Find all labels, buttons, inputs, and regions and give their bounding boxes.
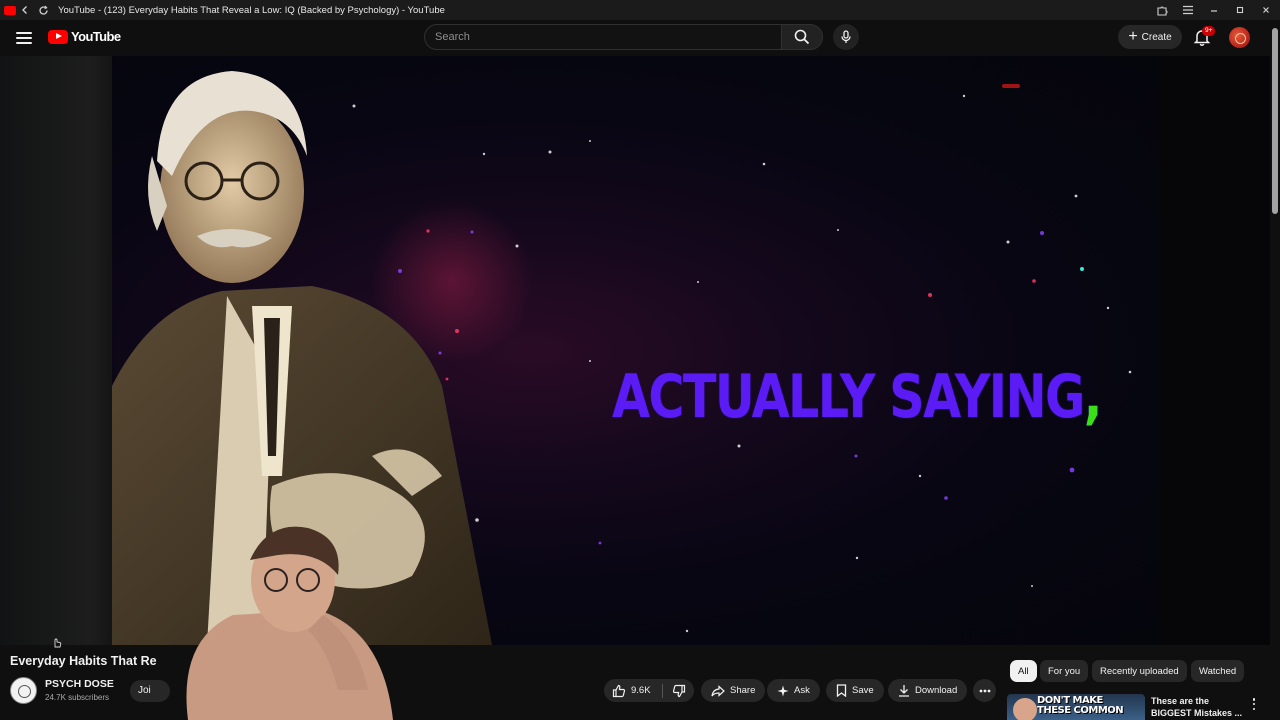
chip-all[interactable]: All bbox=[1010, 660, 1037, 682]
recommendation-title[interactable]: These are the BIGGEST Mistakes ... bbox=[1151, 695, 1247, 719]
bookmark-icon bbox=[836, 684, 847, 697]
channel-name[interactable]: PSYCH DOSE bbox=[45, 678, 114, 690]
logo-text: YouTube bbox=[71, 29, 121, 44]
window-titlebar: YouTube - (123) Everyday Habits That Rev… bbox=[0, 0, 1280, 20]
thumbs-down-icon[interactable] bbox=[672, 684, 686, 698]
sparkle-icon bbox=[777, 685, 789, 696]
maximize-icon[interactable] bbox=[1230, 1, 1250, 19]
thumbs-up-icon[interactable] bbox=[612, 684, 626, 698]
minimize-icon[interactable] bbox=[1204, 1, 1224, 19]
like-dislike-group: 9.6K bbox=[604, 679, 694, 702]
player-letterbox-left bbox=[0, 56, 112, 645]
extensions-icon[interactable] bbox=[1152, 1, 1172, 19]
masthead: YouTube + Create 9+ bbox=[0, 20, 1280, 56]
chip-for-you[interactable]: For you bbox=[1040, 660, 1089, 682]
share-button[interactable]: Share bbox=[701, 679, 766, 702]
account-avatar[interactable] bbox=[1229, 27, 1250, 48]
guide-menu-icon[interactable] bbox=[14, 29, 34, 47]
like-count[interactable]: 9.6K bbox=[631, 685, 651, 696]
download-icon bbox=[899, 685, 909, 697]
channel-avatar[interactable] bbox=[10, 677, 37, 704]
search-icon bbox=[794, 29, 810, 45]
recommendation-more-icon[interactable] bbox=[1250, 697, 1258, 711]
ask-button[interactable]: Ask bbox=[767, 679, 820, 702]
more-horizontal-icon bbox=[979, 689, 990, 692]
menu-icon[interactable] bbox=[1178, 1, 1198, 19]
page-scrollbar[interactable] bbox=[1272, 28, 1278, 214]
plus-icon: + bbox=[1128, 28, 1138, 45]
more-actions-button[interactable] bbox=[973, 679, 996, 702]
download-label: Download bbox=[915, 685, 958, 696]
video-caption: ACTUALLY SAYING, bbox=[612, 362, 1102, 432]
webcam-overlay bbox=[186, 526, 393, 720]
channel-subscriber-count: 24.7K subscribers bbox=[45, 693, 110, 702]
back-icon[interactable] bbox=[16, 1, 34, 19]
microphone-icon bbox=[841, 30, 851, 43]
chip-recently-uploaded[interactable]: Recently uploaded bbox=[1092, 660, 1187, 682]
youtube-play-icon bbox=[48, 29, 68, 44]
voice-search-button[interactable] bbox=[833, 24, 859, 50]
youtube-logo[interactable]: YouTube bbox=[48, 29, 121, 44]
chip-watched[interactable]: Watched bbox=[1191, 660, 1245, 682]
create-label: Create bbox=[1141, 31, 1172, 43]
player-letterbox-right bbox=[1160, 56, 1270, 645]
search-input[interactable] bbox=[435, 31, 781, 43]
mouse-cursor-icon bbox=[52, 636, 62, 651]
youtube-favicon-icon bbox=[4, 5, 16, 15]
save-button[interactable]: Save bbox=[826, 679, 884, 702]
search-box bbox=[424, 24, 782, 50]
share-icon bbox=[711, 684, 725, 697]
notification-count-badge: 9+ bbox=[1202, 26, 1216, 36]
recommendation-thumbnail[interactable]: DON'T MAKE THESE COMMON bbox=[1007, 694, 1145, 720]
download-button[interactable]: Download bbox=[888, 679, 968, 702]
create-button[interactable]: + Create bbox=[1118, 25, 1182, 49]
recommendation-thumbnail-text: DON'T MAKE THESE COMMON bbox=[1037, 695, 1124, 716]
join-button[interactable]: Joi bbox=[130, 680, 170, 702]
close-icon[interactable] bbox=[1256, 1, 1276, 19]
reload-icon[interactable] bbox=[34, 1, 52, 19]
search-button[interactable] bbox=[781, 24, 823, 50]
video-title: Everyday Habits That Re bbox=[10, 654, 157, 668]
window-title: YouTube - (123) Everyday Habits That Rev… bbox=[58, 4, 445, 16]
share-label: Share bbox=[730, 685, 756, 696]
save-label: Save bbox=[852, 685, 874, 696]
ask-label: Ask bbox=[794, 685, 810, 696]
